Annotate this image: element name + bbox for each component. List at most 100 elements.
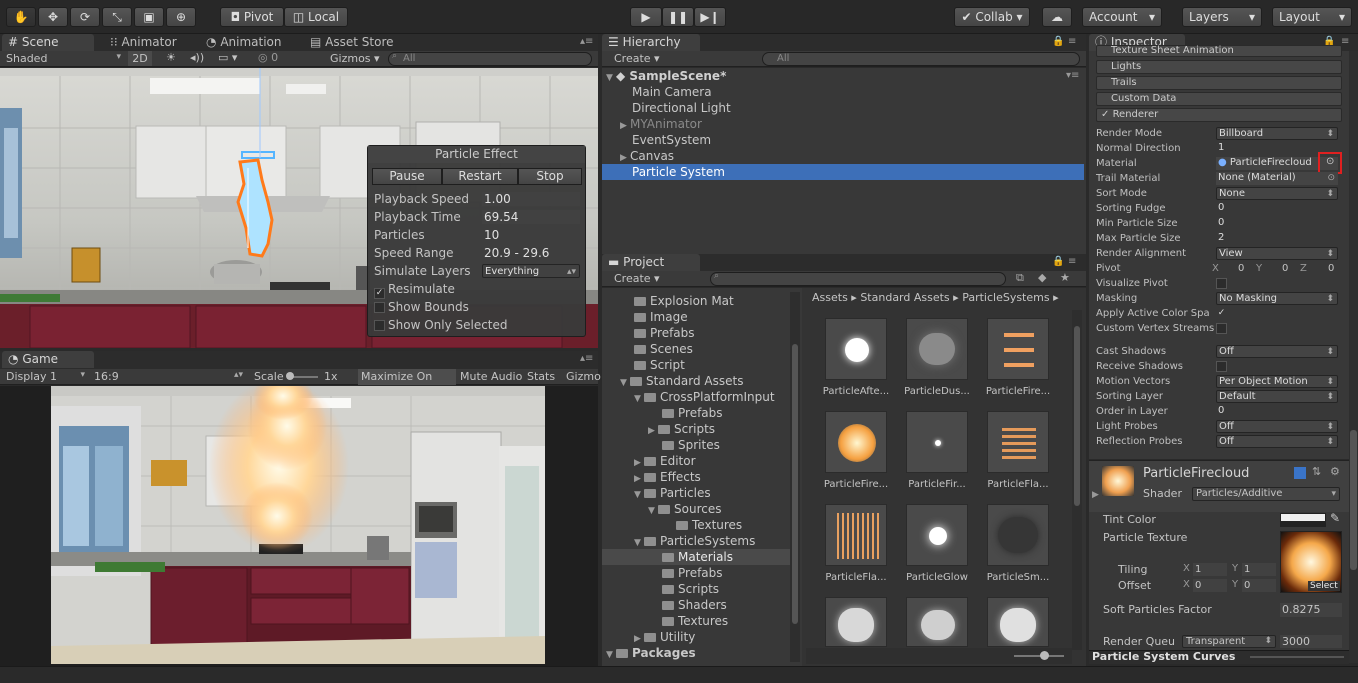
hierarchy-item-canvas[interactable]: ▶ Canvas bbox=[620, 148, 674, 164]
breadcrumb-assets[interactable]: Assets bbox=[812, 291, 848, 304]
asset-particle-dust[interactable]: ParticleDus... bbox=[898, 318, 976, 397]
show-only-selected-checkbox[interactable] bbox=[374, 320, 385, 331]
asset-particle-fire-1[interactable]: ParticleFire... bbox=[979, 318, 1057, 397]
tree-item-effects[interactable]: ▶ Effects bbox=[634, 469, 701, 485]
tree-item-crossplatforminput[interactable]: ▼ CrossPlatformInput bbox=[634, 389, 775, 405]
tree-item-materials[interactable]: Materials bbox=[662, 549, 733, 565]
transform-tool-button[interactable]: ⊕ bbox=[166, 7, 196, 27]
tree-item-script[interactable]: Script bbox=[634, 357, 685, 373]
rect-tool-button[interactable]: ▣ bbox=[134, 7, 164, 27]
custom-vertex-streams-checkbox[interactable] bbox=[1216, 323, 1227, 334]
asset-particle-firefly[interactable]: ParticleFir... bbox=[898, 411, 976, 490]
account-dropdown[interactable]: Account ▾ bbox=[1082, 7, 1162, 27]
tree-scrollbar-thumb[interactable] bbox=[792, 344, 798, 624]
expand-arrow-icon[interactable]: ▶ bbox=[648, 423, 658, 439]
tree-item-particles[interactable]: ▼ Particles bbox=[634, 485, 711, 501]
soft-particles-field[interactable]: 0.8275 bbox=[1280, 603, 1342, 617]
aspect-dropdown[interactable]: 16:9 ▴▾ bbox=[94, 370, 246, 383]
tree-item-textures-2[interactable]: Textures bbox=[662, 613, 728, 629]
help-book-icon[interactable] bbox=[1294, 467, 1306, 479]
lighting-icon[interactable]: ☀ bbox=[166, 51, 176, 64]
asset-particle-fire-2[interactable]: ParticleFire... bbox=[817, 411, 895, 490]
sorting-layer-dropdown[interactable]: Default ⬍ bbox=[1216, 390, 1338, 403]
curves-resize-handle[interactable] bbox=[1250, 656, 1344, 658]
resimulate-row[interactable]: ✓ Resimulate bbox=[374, 280, 455, 299]
receive-shadows-checkbox[interactable] bbox=[1216, 361, 1227, 372]
tiling-y-field[interactable]: 1 bbox=[1242, 563, 1276, 576]
asset-particle-flame-2[interactable]: ParticleFla... bbox=[817, 504, 895, 583]
tab-project[interactable]: ▬ Project bbox=[602, 254, 700, 271]
gear-icon[interactable]: ⚙ bbox=[1330, 465, 1340, 478]
game-viewport[interactable] bbox=[51, 386, 545, 664]
audio-icon[interactable]: ◂)) bbox=[190, 51, 204, 64]
rotate-tool-button[interactable]: ⟳ bbox=[70, 7, 100, 27]
hand-tool-button[interactable]: ✋ bbox=[6, 7, 36, 27]
expand-arrow-icon[interactable]: ▼ bbox=[634, 487, 644, 503]
display-dropdown[interactable]: Display 1 ▾ bbox=[6, 370, 88, 383]
pivot-button[interactable]: ◘ Pivot bbox=[220, 7, 284, 27]
masking-dropdown[interactable]: No Masking ⬍ bbox=[1216, 292, 1338, 305]
scene-root-row[interactable]: ▼ ◆ SampleScene* bbox=[606, 68, 726, 84]
sort-mode-dropdown[interactable]: None ⬍ bbox=[1216, 187, 1338, 200]
render-mode-dropdown[interactable]: Billboard ⬍ bbox=[1216, 127, 1338, 140]
hierarchy-search-input[interactable]: All bbox=[762, 52, 1080, 66]
expand-arrow-icon[interactable]: ▼ bbox=[648, 503, 658, 519]
preset-icon[interactable]: ⇅ bbox=[1312, 465, 1321, 478]
hierarchy-item-eventsystem[interactable]: EventSystem bbox=[632, 132, 711, 148]
module-lights[interactable]: Lights bbox=[1096, 60, 1342, 74]
expand-arrow-icon[interactable]: ▼ bbox=[606, 647, 616, 663]
stats-toggle[interactable]: Stats bbox=[527, 370, 555, 383]
2d-toggle[interactable]: 2D bbox=[128, 51, 152, 66]
tree-item-particlesystems[interactable]: ▼ ParticleSystems bbox=[634, 533, 755, 549]
scale-slider-thumb[interactable] bbox=[286, 372, 294, 380]
asset-row4-3[interactable] bbox=[979, 597, 1057, 653]
asset-row4-1[interactable] bbox=[817, 597, 895, 653]
tab-hierarchy[interactable]: ☰ Hierarchy bbox=[602, 34, 700, 51]
light-probes-dropdown[interactable]: Off ⬍ bbox=[1216, 420, 1338, 433]
icon-size-slider-thumb[interactable] bbox=[1040, 651, 1049, 660]
expand-arrow-icon[interactable]: ▼ bbox=[606, 70, 616, 86]
object-picker-icon[interactable]: ⊙ bbox=[1327, 172, 1335, 184]
pivot-y-field[interactable]: 0 bbox=[1282, 261, 1288, 276]
pivot-x-field[interactable]: 0 bbox=[1238, 261, 1244, 276]
collab-dropdown[interactable]: ✔ Collab ▾ bbox=[954, 7, 1030, 27]
breadcrumb-particlesystems[interactable]: ParticleSystems bbox=[962, 291, 1049, 304]
breadcrumb-standard-assets[interactable]: Standard Assets bbox=[860, 291, 949, 304]
panel-menu-icon[interactable]: ▴≡ bbox=[580, 36, 593, 47]
lock-icon[interactable]: 🔒 bbox=[1052, 256, 1064, 267]
shading-dropdown[interactable]: Shaded ▾ bbox=[6, 52, 124, 65]
play-button[interactable]: ▶ bbox=[630, 7, 662, 27]
gizmos-dropdown[interactable]: Gizmos ▾ bbox=[330, 52, 380, 65]
layers-dropdown[interactable]: Layers ▾ bbox=[1182, 7, 1262, 27]
tiling-x-field[interactable]: 1 bbox=[1193, 563, 1227, 576]
expand-arrow-icon[interactable]: ▼ bbox=[620, 375, 630, 391]
object-picker-icon[interactable]: ⊙ bbox=[1326, 156, 1334, 167]
offset-y-field[interactable]: 0 bbox=[1242, 579, 1276, 592]
trail-material-field[interactable]: None (Material) ⊙ bbox=[1216, 172, 1338, 185]
local-button[interactable]: ◫ Local bbox=[284, 7, 348, 27]
expand-arrow-icon[interactable]: ▶ bbox=[620, 118, 630, 134]
panel-menu-icon[interactable]: ▴≡ bbox=[580, 353, 593, 364]
show-bounds-checkbox[interactable] bbox=[374, 302, 385, 313]
hierarchy-item-particle-system[interactable]: Particle System bbox=[632, 164, 725, 180]
tree-item-standard-assets[interactable]: ▼ Standard Assets bbox=[620, 373, 743, 389]
tint-color-swatch[interactable] bbox=[1280, 513, 1326, 527]
scene-search-input[interactable]: All bbox=[388, 52, 592, 66]
tree-item-shaders[interactable]: Shaders bbox=[662, 597, 727, 613]
motion-vectors-dropdown[interactable]: Per Object Motion ⬍ bbox=[1216, 375, 1338, 388]
eyedropper-icon[interactable]: ✎ bbox=[1330, 511, 1340, 525]
icon-size-slider[interactable] bbox=[1014, 655, 1064, 657]
expand-arrow-icon[interactable]: ▶ bbox=[1092, 490, 1099, 500]
move-tool-button[interactable]: ✥ bbox=[38, 7, 68, 27]
tree-item-packages[interactable]: ▼ Packages bbox=[606, 645, 696, 661]
reflection-probes-dropdown[interactable]: Off ⬍ bbox=[1216, 435, 1338, 448]
tree-item-scripts[interactable]: ▶ Scripts bbox=[648, 421, 715, 437]
expand-arrow-icon[interactable]: ▼ bbox=[634, 391, 644, 407]
cast-shadows-dropdown[interactable]: Off ⬍ bbox=[1216, 345, 1338, 358]
asset-particle-glow[interactable]: ParticleGlow bbox=[898, 504, 976, 583]
simulate-layers-dropdown[interactable]: Everything ▴▾ bbox=[482, 264, 580, 278]
asset-particle-smoke[interactable]: ParticleSm... bbox=[979, 504, 1057, 583]
panel-menu-icon[interactable]: ≡ bbox=[1068, 256, 1076, 267]
tree-item-prefabs[interactable]: Prefabs bbox=[634, 325, 695, 341]
show-bounds-row[interactable]: Show Bounds bbox=[374, 298, 469, 316]
